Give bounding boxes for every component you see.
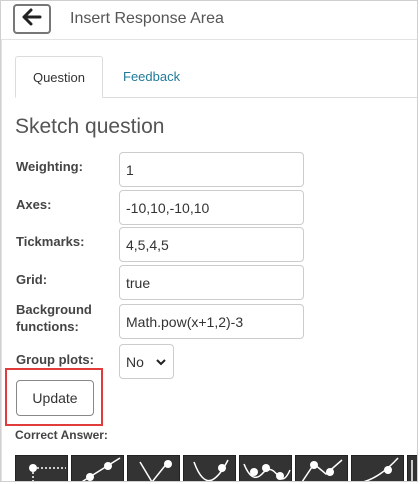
group-plots-label: Group plots:	[16, 352, 94, 367]
weighting-label: Weighting:	[16, 159, 83, 174]
tab-question[interactable]: Question	[15, 56, 103, 98]
curve-tool-icon	[184, 456, 235, 481]
curve-tool[interactable]	[183, 455, 236, 481]
header: Insert Response Area	[1, 1, 417, 40]
horizontal-line-tool[interactable]	[15, 455, 68, 481]
v-shape-tool[interactable]	[127, 455, 180, 481]
peak-tool-icon	[296, 456, 347, 481]
correct-answer-label: Correct Answer:	[15, 428, 108, 442]
wave-tool-icon	[240, 456, 291, 481]
grid-field[interactable]	[119, 265, 304, 300]
grid-label: Grid:	[16, 272, 48, 287]
response-area-panel: Insert Response Area Question Feedback S…	[0, 0, 418, 482]
more-tool-icon	[408, 456, 417, 481]
background-functions-field[interactable]	[119, 304, 304, 339]
line-tool-icon	[72, 456, 123, 481]
tab-feedback[interactable]: Feedback	[123, 69, 180, 84]
chevron-down-icon	[155, 355, 167, 371]
page-title: Insert Response Area	[70, 10, 224, 27]
rising-curve-tool[interactable]	[351, 455, 404, 481]
background-functions-label: Background functions:	[16, 302, 92, 334]
arrow-left-icon	[22, 8, 42, 31]
rising-curve-tool-icon	[352, 456, 403, 481]
group-plots-value: No	[126, 353, 144, 370]
left-border	[1, 39, 2, 481]
tickmarks-label: Tickmarks:	[16, 234, 85, 249]
axes-field[interactable]	[119, 190, 304, 225]
more-tool[interactable]	[407, 455, 417, 481]
peak-tool[interactable]	[295, 455, 348, 481]
group-plots-select[interactable]: No	[119, 344, 174, 379]
v-shape-tool-icon	[128, 456, 179, 481]
line-tool[interactable]	[71, 455, 124, 481]
weighting-field[interactable]	[119, 152, 304, 187]
section-title: Sketch question	[15, 115, 165, 138]
axes-label: Axes:	[16, 197, 52, 212]
tickmarks-field[interactable]	[119, 227, 304, 262]
sketch-toolbar	[15, 455, 417, 481]
back-button[interactable]	[13, 4, 51, 34]
update-button[interactable]: Update	[16, 380, 94, 416]
wave-tool[interactable]	[239, 455, 292, 481]
horizontal-line-tool-icon	[16, 456, 67, 481]
